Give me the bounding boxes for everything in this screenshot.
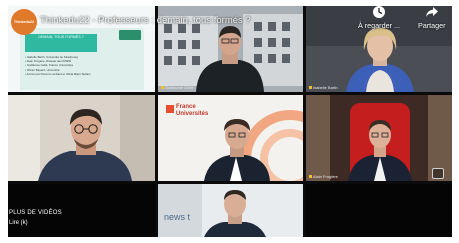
- slide-item: • Animé par Florent Lombard et Olivia Mi…: [25, 71, 91, 76]
- france-universites-logo: France Universités: [176, 104, 208, 117]
- logo-line: Universités: [176, 110, 209, 117]
- clock-icon: [372, 6, 385, 18]
- more-videos-label[interactable]: PLUS DE VIDÉOS: [9, 210, 62, 216]
- slide-speaker-list: • Isabelle Barth, Université de Strasbou…: [25, 55, 143, 76]
- fullscreen-icon[interactable]: [432, 168, 444, 179]
- share-button[interactable]: Partager: [418, 5, 446, 30]
- room-background: [8, 95, 155, 181]
- slide-logo: [119, 30, 141, 40]
- office-background: [306, 95, 452, 181]
- participant-name-label: Alain Frugière: [309, 174, 338, 179]
- watch-on-button[interactable]: Lire (k): [9, 220, 28, 226]
- share-label: Partager: [418, 21, 446, 30]
- studio-background: [158, 184, 303, 237]
- watch-later-label: À regarder ...: [358, 21, 400, 30]
- video-title[interactable]: Thinkedu22 - Professeurs : demain, tous …: [40, 15, 251, 26]
- share-arrow-icon: [425, 7, 438, 17]
- video-tile-red-chair: Alain Frugière: [306, 95, 452, 181]
- video-tile-news-tank: news t: [158, 184, 303, 237]
- empty-tile: [306, 184, 452, 237]
- participant-name-label: Guillaume Gellé: [161, 85, 193, 90]
- participant-name-label: Isabelle Barth: [309, 85, 337, 90]
- channel-avatar[interactable]: Thinkedu22: [11, 9, 37, 35]
- slide-header: DEMAIN, TOUS FORMÉS ?: [25, 34, 97, 52]
- video-player[interactable]: DEMAIN, TOUS FORMÉS ? • Isabelle Barth, …: [8, 6, 452, 237]
- watch-later-button[interactable]: À regarder ...: [358, 5, 400, 30]
- video-tile-man-glasses: [8, 95, 155, 181]
- news-tank-logo: news t: [164, 212, 191, 222]
- video-tile-france-universites: France Universités: [158, 95, 303, 181]
